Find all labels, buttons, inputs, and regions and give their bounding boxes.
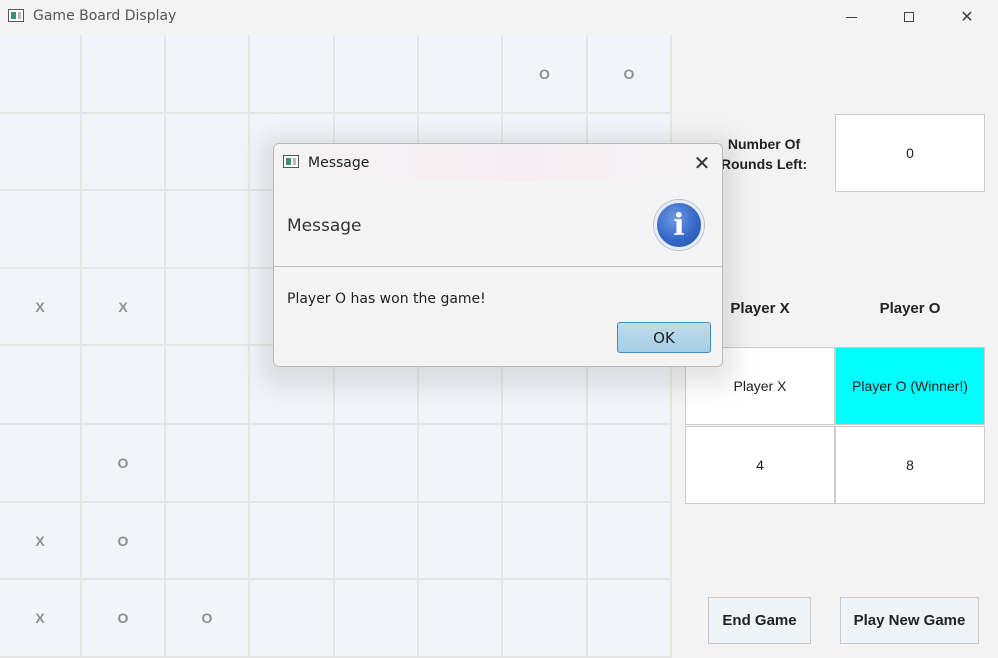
board-cell[interactable] [503, 580, 588, 658]
board-cell[interactable] [82, 114, 166, 191]
player-o-header: Player O [879, 300, 941, 317]
maximize-button[interactable] [880, 0, 938, 34]
board-cell[interactable] [588, 580, 672, 658]
board-cell[interactable] [0, 191, 82, 269]
window-title: Game Board Display [33, 8, 177, 24]
window-titlebar: Game Board Display ✕ [0, 0, 998, 34]
board-cell[interactable] [250, 425, 335, 503]
board-cell[interactable] [335, 580, 419, 658]
board-cell[interactable] [82, 346, 166, 425]
board-cell[interactable]: O [166, 580, 250, 658]
board-cell[interactable]: O [503, 35, 588, 114]
board-cell[interactable] [0, 114, 82, 191]
dialog-title: Message [308, 155, 370, 171]
board-cell[interactable]: O [588, 35, 672, 114]
player-x-score: 4 [685, 426, 835, 504]
board-cell[interactable] [335, 425, 419, 503]
board-cell[interactable] [503, 425, 588, 503]
board-cell[interactable] [588, 503, 672, 580]
board-cell[interactable] [419, 580, 503, 658]
board-cell[interactable]: X [0, 580, 82, 658]
board-cell[interactable] [335, 503, 419, 580]
app-icon [8, 9, 24, 22]
end-game-button[interactable]: End Game [708, 597, 811, 644]
board-cell[interactable] [419, 503, 503, 580]
board-cell[interactable]: X [0, 503, 82, 580]
board-cell[interactable] [250, 580, 335, 658]
close-icon: ✕ [693, 152, 711, 175]
close-icon: ✕ [960, 9, 974, 26]
board-cell[interactable]: O [82, 425, 166, 503]
board-cell[interactable] [82, 35, 166, 114]
board-cell[interactable] [166, 425, 250, 503]
board-cell[interactable] [503, 503, 588, 580]
minimize-button[interactable] [822, 0, 880, 34]
board-cell[interactable] [166, 503, 250, 580]
board-cell[interactable] [166, 346, 250, 425]
player-o-score: 8 [835, 426, 985, 504]
board-cell[interactable] [250, 35, 335, 114]
board-cell[interactable] [166, 269, 250, 346]
board-cell[interactable] [335, 35, 419, 114]
board-cell[interactable]: O [82, 503, 166, 580]
message-dialog: Message ✕ Message i Player O has won the… [273, 143, 723, 367]
minimize-icon [845, 16, 857, 18]
rounds-left-value: 0 [835, 114, 985, 192]
maximize-icon [904, 12, 914, 22]
board-cell[interactable] [0, 425, 82, 503]
dialog-header-text: Message [287, 216, 362, 236]
play-new-game-button[interactable]: Play New Game [840, 597, 979, 644]
dialog-close-button[interactable]: ✕ [686, 150, 718, 176]
board-cell[interactable] [0, 346, 82, 425]
close-button[interactable]: ✕ [938, 0, 996, 34]
board-cell[interactable]: O [82, 580, 166, 658]
ok-button[interactable]: OK [617, 322, 711, 353]
dialog-message: Player O has won the game! [287, 291, 486, 307]
dialog-app-icon [283, 155, 299, 168]
board-cell[interactable] [250, 503, 335, 580]
player-o-name: Player O (Winner!) [835, 347, 985, 425]
board-cell[interactable] [588, 425, 672, 503]
board-cell[interactable] [0, 35, 82, 114]
board-cell[interactable] [166, 114, 250, 191]
board-cell[interactable] [419, 425, 503, 503]
info-icon: i [654, 200, 704, 250]
board-cell[interactable] [419, 35, 503, 114]
board-cell[interactable] [166, 191, 250, 269]
board-cell[interactable] [166, 35, 250, 114]
board-cell[interactable]: X [0, 269, 82, 346]
board-cell[interactable]: X [82, 269, 166, 346]
board-cell[interactable] [82, 191, 166, 269]
